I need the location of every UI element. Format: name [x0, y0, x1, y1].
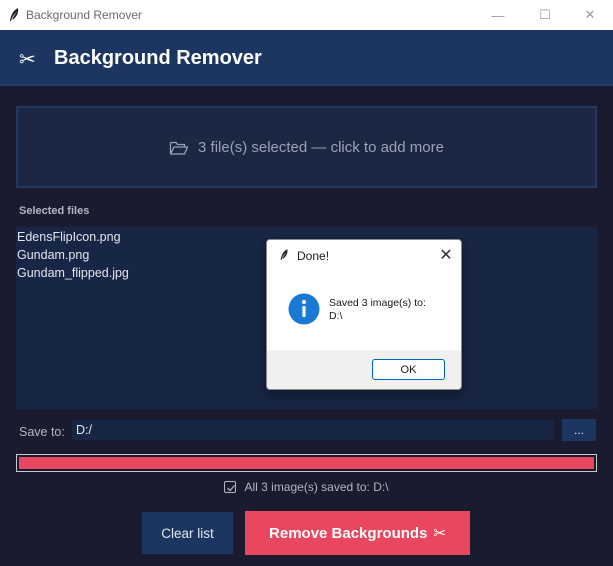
dialog-titlebar: Done! ✕	[267, 240, 461, 270]
save-to-label: Save to:	[19, 425, 65, 439]
save-path-input[interactable]	[72, 420, 554, 440]
info-icon	[288, 293, 320, 325]
dialog-body: Saved 3 image(s) to: D:\	[267, 270, 461, 350]
window-titlebar: Background Remover — ☐ ✕	[0, 0, 613, 30]
app-title: Background Remover	[54, 47, 262, 69]
dialog-message-line1: Saved 3 image(s) to:	[329, 297, 426, 309]
minimize-button[interactable]: —	[475, 0, 521, 30]
maximize-button[interactable]: ☐	[522, 0, 568, 30]
dialog-close-button[interactable]: ✕	[433, 244, 459, 266]
scissors-icon: ✂	[433, 524, 446, 542]
clear-list-button[interactable]: Clear list	[142, 512, 233, 554]
remove-backgrounds-button[interactable]: Remove Backgrounds ✂	[245, 511, 470, 555]
progress-bar	[16, 454, 597, 472]
scissors-icon: ✂	[19, 47, 36, 71]
progress-fill	[19, 457, 594, 469]
dropzone-text: 3 file(s) selected — click to add more	[198, 138, 444, 156]
file-dropzone[interactable]: 3 file(s) selected — click to add more	[16, 106, 597, 188]
checkbox-icon	[224, 481, 237, 493]
folder-open-icon	[169, 141, 189, 155]
dialog-title: Done!	[297, 249, 330, 263]
ok-button[interactable]: OK	[372, 359, 445, 380]
feather-icon	[280, 249, 288, 260]
remove-backgrounds-label: Remove Backgrounds	[269, 524, 428, 542]
window-close-button[interactable]: ✕	[567, 0, 613, 30]
dialog-message-line2: D:\	[329, 310, 343, 322]
window-title: Background Remover	[26, 8, 143, 22]
dialog-footer: OK	[267, 350, 461, 389]
dialog-message: Saved 3 image(s) to: D:\	[329, 297, 454, 323]
selected-files-label: Selected files	[19, 205, 90, 217]
app-header: ✂ Background Remover	[0, 30, 613, 86]
status-text: All 3 image(s) saved to: D:\	[244, 480, 389, 494]
done-dialog: Done! ✕ Saved 3 image(s) to: D:\ OK	[266, 239, 462, 390]
feather-icon	[10, 8, 19, 21]
browse-button[interactable]: ...	[562, 419, 596, 441]
status-line: All 3 image(s) saved to: D:\	[0, 478, 613, 496]
